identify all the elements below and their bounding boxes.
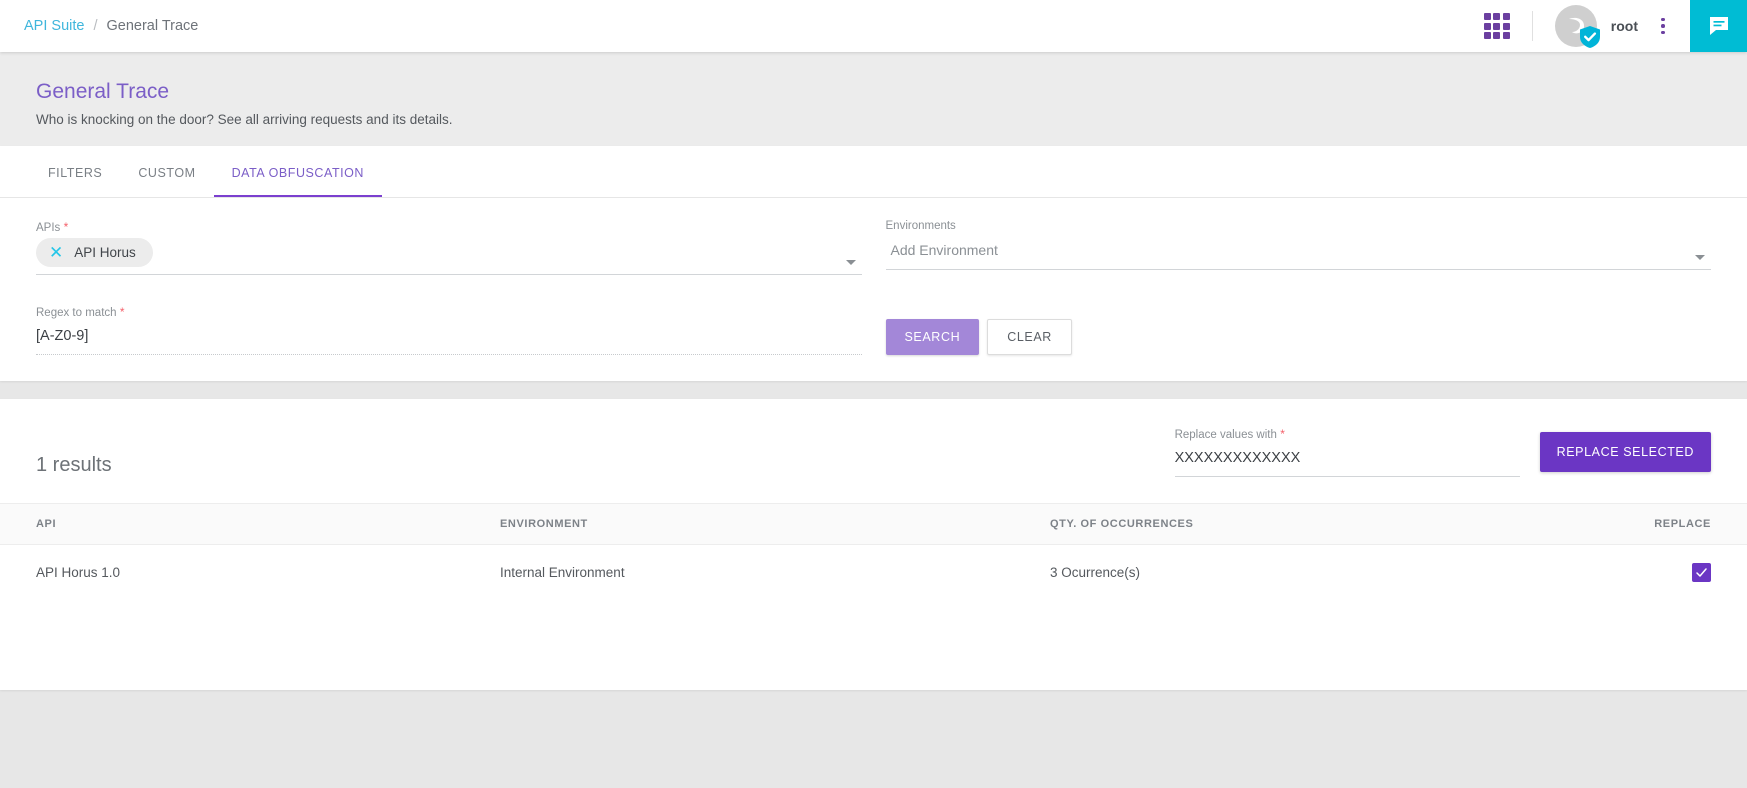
check-icon bbox=[1695, 566, 1708, 579]
replace-values-field-group: Replace values with * XXXXXXXXXXXXX bbox=[1175, 427, 1520, 477]
table-header-row: API ENVIRONMENT QTY. OF OCCURRENCES REPL… bbox=[0, 504, 1747, 545]
environments-field-group: Environments Add Environment bbox=[886, 220, 1712, 275]
cell-api: API Horus 1.0 bbox=[0, 545, 500, 601]
results-header: 1 results Replace values with * XXXXXXXX… bbox=[0, 399, 1747, 503]
tab-filters[interactable]: FILTERS bbox=[30, 146, 120, 197]
search-button[interactable]: SEARCH bbox=[886, 319, 980, 355]
api-chip[interactable]: ✕ API Horus bbox=[36, 238, 153, 267]
clear-button[interactable]: CLEAR bbox=[987, 319, 1072, 355]
chevron-down-icon[interactable] bbox=[1695, 255, 1705, 260]
apis-label-text: APIs bbox=[36, 222, 60, 234]
replace-values-required-marker: * bbox=[1277, 427, 1285, 441]
environments-field-label: Environments bbox=[886, 220, 1712, 232]
regex-label-text: Regex to match bbox=[36, 307, 117, 319]
cell-replace bbox=[1650, 545, 1747, 601]
filter-fields-row-1: APIs * ✕ API Horus Environments Add Envi… bbox=[0, 198, 1747, 275]
column-header-replace: REPLACE bbox=[1650, 504, 1747, 545]
filter-fields-row-2: Regex to match * [A-Z0-9] SEARCH CLEAR bbox=[0, 275, 1747, 355]
cell-occurrences: 3 Ocurrence(s) bbox=[1050, 545, 1650, 601]
filter-button-row: SEARCH CLEAR bbox=[886, 305, 1712, 355]
apis-input[interactable]: ✕ API Horus bbox=[36, 238, 862, 275]
username-label: root bbox=[1611, 18, 1638, 34]
chat-bubble-icon[interactable] bbox=[1690, 0, 1747, 52]
environments-placeholder: Add Environment bbox=[886, 236, 1712, 265]
top-bar-right-group: root bbox=[1484, 0, 1747, 52]
more-vertical-icon[interactable] bbox=[1654, 18, 1672, 35]
column-header-environment: ENVIRONMENT bbox=[500, 504, 1050, 545]
results-table-head: API ENVIRONMENT QTY. OF OCCURRENCES REPL… bbox=[0, 504, 1747, 545]
replace-values-input-value[interactable]: XXXXXXXXXXXXX bbox=[1175, 445, 1520, 472]
results-count-label: 1 results bbox=[36, 454, 112, 477]
regex-field-label: Regex to match * bbox=[36, 305, 862, 319]
apis-required-marker: * bbox=[60, 220, 68, 234]
regex-input[interactable]: [A-Z0-9] bbox=[36, 323, 862, 355]
page-subtitle: Who is knocking on the door? See all arr… bbox=[36, 112, 1711, 127]
table-row[interactable]: API Horus 1.0 Internal Environment 3 Ocu… bbox=[0, 545, 1747, 601]
replace-checkbox[interactable] bbox=[1692, 563, 1711, 582]
environments-input[interactable]: Add Environment bbox=[886, 236, 1712, 270]
toolbar-divider bbox=[1532, 11, 1533, 41]
replace-values-label: Replace values with * bbox=[1175, 427, 1520, 441]
results-panel: 1 results Replace values with * XXXXXXXX… bbox=[0, 399, 1747, 690]
breadcrumb-separator: / bbox=[93, 18, 97, 34]
apis-field-group: APIs * ✕ API Horus bbox=[36, 220, 862, 275]
filter-panel: FILTERS CUSTOM DATA OBFUSCATION APIs * ✕… bbox=[0, 146, 1747, 381]
shield-check-icon bbox=[1580, 26, 1600, 48]
cell-environment: Internal Environment bbox=[500, 545, 1050, 601]
regex-input-value[interactable]: [A-Z0-9] bbox=[36, 323, 862, 350]
tab-custom[interactable]: CUSTOM bbox=[120, 146, 213, 197]
breadcrumb-current: General Trace bbox=[106, 18, 198, 34]
regex-required-marker: * bbox=[117, 305, 125, 319]
column-header-occurrences: QTY. OF OCCURRENCES bbox=[1050, 504, 1650, 545]
page-header: General Trace Who is knocking on the doo… bbox=[0, 52, 1747, 146]
replace-values-input[interactable]: XXXXXXXXXXXXX bbox=[1175, 445, 1520, 477]
regex-field-group: Regex to match * [A-Z0-9] bbox=[36, 305, 862, 355]
page-title: General Trace bbox=[36, 80, 1711, 104]
replace-selected-button[interactable]: REPLACE SELECTED bbox=[1540, 432, 1711, 472]
apis-field-label: APIs * bbox=[36, 220, 862, 234]
close-x-icon[interactable]: ✕ bbox=[49, 244, 63, 261]
replace-values-label-text: Replace values with bbox=[1175, 429, 1277, 441]
tab-bar: FILTERS CUSTOM DATA OBFUSCATION bbox=[0, 146, 1747, 198]
results-table-body: API Horus 1.0 Internal Environment 3 Ocu… bbox=[0, 545, 1747, 601]
filter-actions: SEARCH CLEAR bbox=[886, 305, 1712, 355]
api-chip-label: API Horus bbox=[74, 245, 136, 260]
breadcrumb-link-api-suite[interactable]: API Suite bbox=[24, 18, 84, 34]
tab-data-obfuscation[interactable]: DATA OBFUSCATION bbox=[214, 146, 382, 197]
breadcrumb: API Suite / General Trace bbox=[0, 18, 198, 34]
results-table: API ENVIRONMENT QTY. OF OCCURRENCES REPL… bbox=[0, 503, 1747, 600]
top-bar: API Suite / General Trace root bbox=[0, 0, 1747, 52]
chevron-down-icon[interactable] bbox=[846, 260, 856, 265]
apps-grid-icon[interactable] bbox=[1484, 13, 1510, 39]
avatar[interactable] bbox=[1555, 5, 1597, 47]
column-header-api: API bbox=[0, 504, 500, 545]
